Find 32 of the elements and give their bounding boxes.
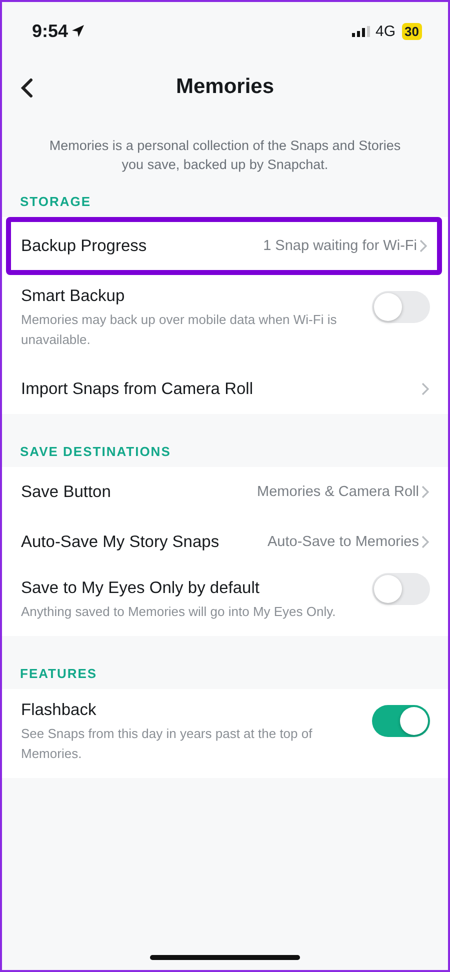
- intro-text: Memories is a personal collection of the Snaps and Stories you save, backed up by Snapchat.: [48, 137, 402, 174]
- section-heading: FEATURES: [19, 666, 98, 683]
- setting-label: Backup Progress: [21, 236, 148, 256]
- section-heading: STORAGE: [19, 194, 92, 211]
- setting-description: See Snaps from this day in years past at the top of Memories.: [21, 725, 314, 763]
- setting-value: Memories & Camera Roll: [257, 484, 419, 500]
- setting-label: Auto-Save My Story Snaps: [21, 532, 220, 552]
- setting-label: Import Snaps from Camera Roll: [21, 380, 254, 398]
- setting-label: Smart Backup: [21, 287, 126, 306]
- network-label: 4G: [376, 22, 396, 40]
- location-arrow-icon: [71, 24, 86, 38]
- chevron-left-icon: [20, 78, 34, 98]
- chevron-right-icon[interactable]: [421, 535, 430, 549]
- setting-value: Auto-Save to Memories: [267, 534, 419, 550]
- setting-label: Save Button: [21, 482, 112, 502]
- chevron-right-icon[interactable]: [421, 485, 430, 499]
- page-title: Memories: [176, 75, 274, 99]
- chevron-right-icon[interactable]: [421, 382, 430, 396]
- toggle-switch[interactable]: [372, 290, 430, 322]
- highlighted-row[interactable]: Backup Progress 1 Snap waiting for Wi-Fi: [6, 217, 442, 275]
- setting-description: Anything saved to Memories will go into My Eyes Only.: [21, 603, 337, 621]
- signal-icon: [352, 26, 370, 36]
- toggle-switch[interactable]: [372, 572, 430, 604]
- battery-level: 30: [402, 22, 422, 40]
- section-heading: SAVE DESTINATIONS: [19, 444, 172, 461]
- clock-time: 9:54: [32, 20, 68, 42]
- setting-label: Flashback: [21, 701, 98, 720]
- chevron-right-icon[interactable]: [419, 239, 428, 253]
- setting-label: Save to My Eyes Only by default: [21, 579, 260, 598]
- setting-value: 1 Snap waiting for Wi-Fi: [263, 238, 417, 254]
- setting-description: Memories may back up over mobile data when Wi-Fi is unavailable.: [21, 311, 338, 349]
- toggle-switch[interactable]: [372, 704, 430, 736]
